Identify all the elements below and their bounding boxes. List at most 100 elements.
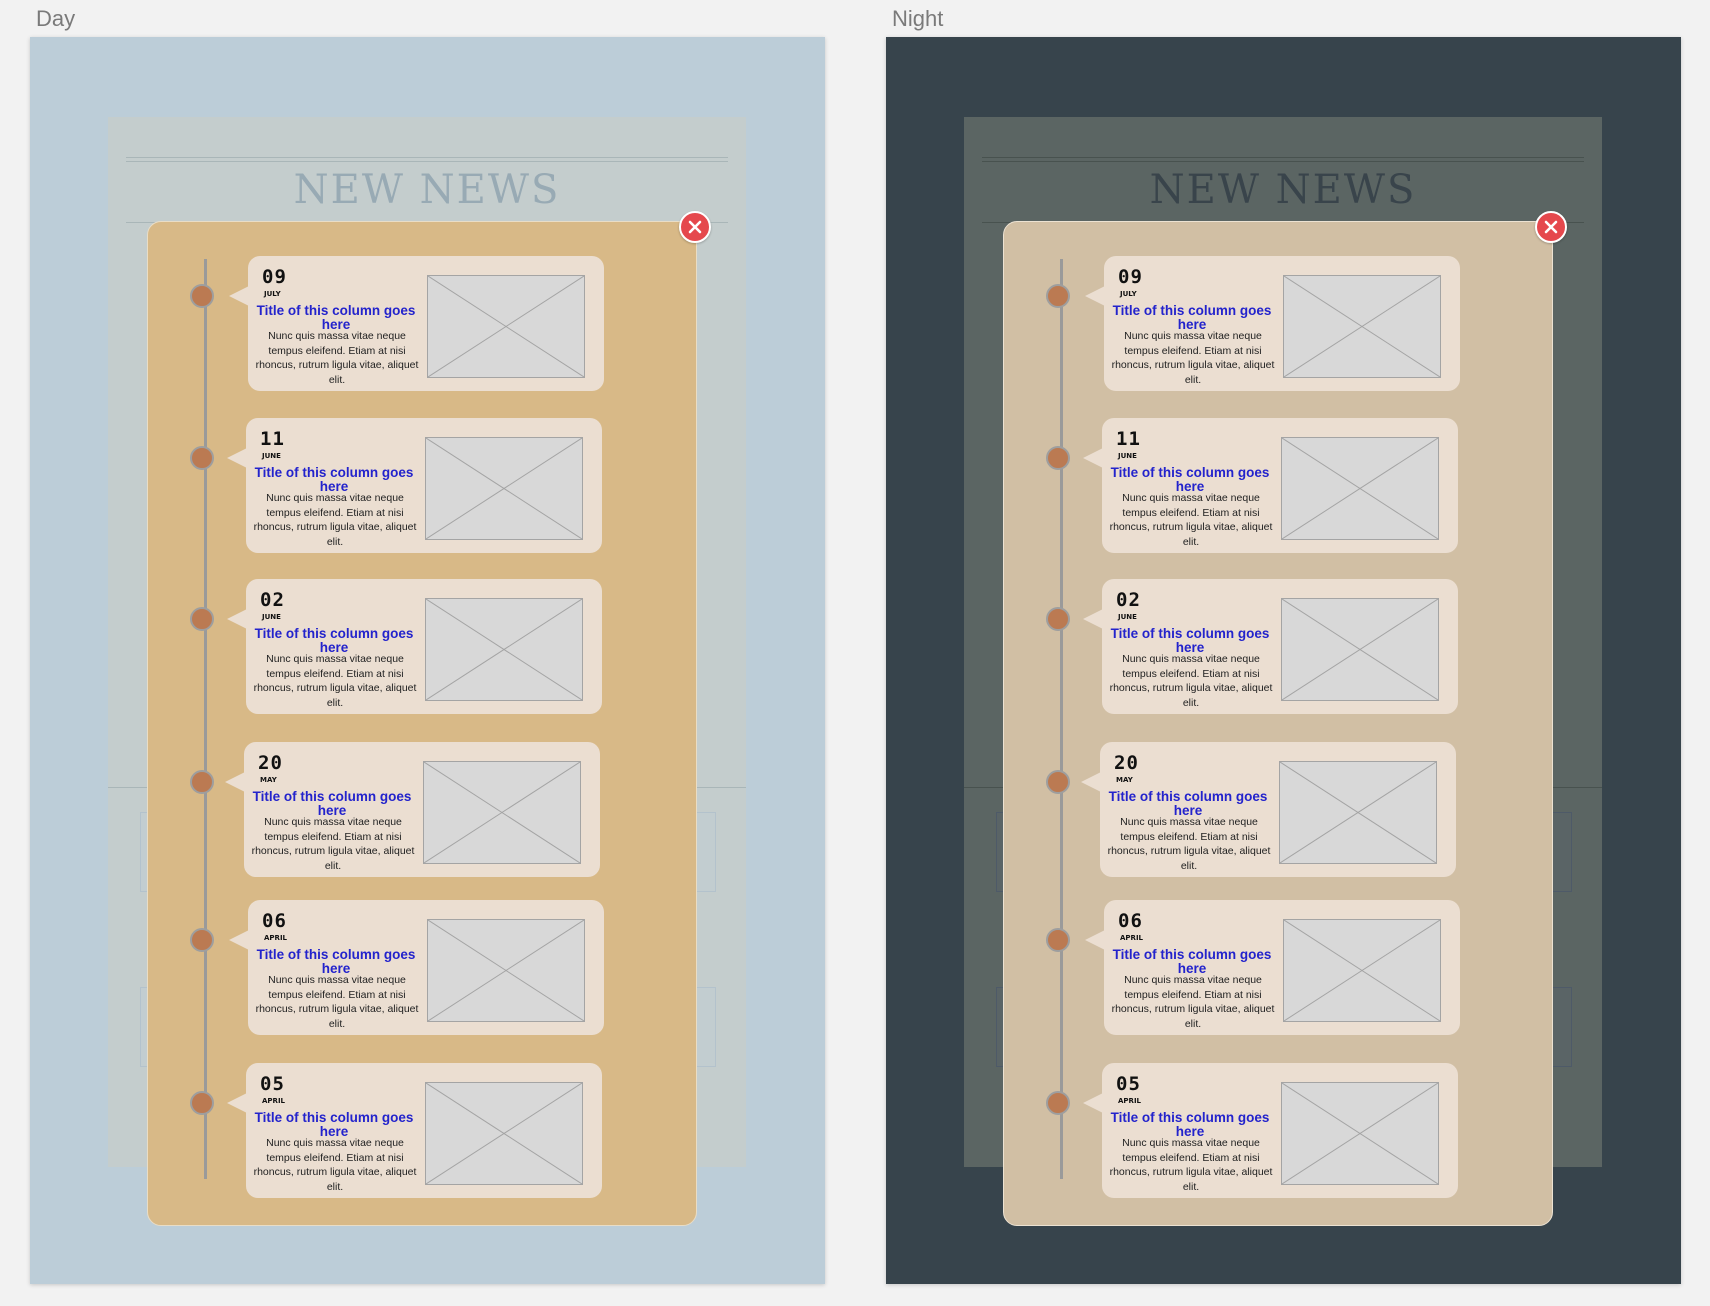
card-day: 11 bbox=[260, 428, 285, 450]
card-day: 20 bbox=[1114, 752, 1139, 774]
card-day: 05 bbox=[260, 1073, 285, 1095]
header-rule bbox=[126, 161, 728, 162]
close-x-icon bbox=[1544, 220, 1558, 234]
timeline-dot bbox=[190, 928, 214, 952]
card-title-link[interactable]: Title of this column goes here bbox=[250, 790, 414, 818]
card-day: 06 bbox=[1118, 910, 1143, 932]
close-x-icon bbox=[688, 220, 702, 234]
header-rule bbox=[126, 157, 728, 158]
card-day: 05 bbox=[1116, 1073, 1141, 1095]
timeline-dot bbox=[1046, 770, 1070, 794]
card-pointer bbox=[227, 1093, 247, 1113]
card-day: 02 bbox=[260, 589, 285, 611]
image-placeholder-icon bbox=[423, 761, 581, 864]
card-month: APRIL bbox=[262, 1097, 286, 1105]
card-month: JUNE bbox=[1118, 452, 1137, 460]
artboard-night: NEW NEWS 09 JULY Title of this column goes… bbox=[886, 37, 1681, 1284]
card-text: Nunc quis massa vitae neque tempus eleif… bbox=[255, 330, 419, 386]
timeline-dot bbox=[1046, 1091, 1070, 1115]
header-rule bbox=[982, 157, 1584, 158]
card-pointer bbox=[1085, 930, 1105, 950]
image-placeholder-icon bbox=[1283, 919, 1441, 1022]
card-text: Nunc quis massa vitae neque tempus eleif… bbox=[253, 492, 417, 548]
timeline-dot bbox=[190, 284, 214, 308]
card-text: Nunc quis massa vitae neque tempus eleif… bbox=[1111, 974, 1275, 1030]
card-month: JULY bbox=[264, 290, 281, 298]
card-text: Nunc quis massa vitae neque tempus eleif… bbox=[253, 1137, 417, 1193]
artboard-day: NEW NEWS 09 JULY Title of this column goes… bbox=[30, 37, 825, 1284]
card-month: APRIL bbox=[1118, 1097, 1142, 1105]
card-day: 06 bbox=[262, 910, 287, 932]
image-placeholder-icon bbox=[1281, 437, 1439, 540]
image-placeholder-icon bbox=[1281, 598, 1439, 701]
timeline-dot bbox=[190, 1091, 214, 1115]
page-title: NEW NEWS bbox=[293, 167, 561, 213]
card-pointer bbox=[225, 772, 245, 792]
card-month: MAY bbox=[1116, 776, 1133, 784]
card-day: 02 bbox=[1116, 589, 1141, 611]
image-placeholder-icon bbox=[1281, 1082, 1439, 1185]
image-placeholder-icon bbox=[425, 1082, 583, 1185]
card-text: Nunc quis massa vitae neque tempus eleif… bbox=[1109, 653, 1273, 709]
card-text: Nunc quis massa vitae neque tempus eleif… bbox=[1109, 492, 1273, 548]
card-month: JULY bbox=[1120, 290, 1137, 298]
image-placeholder-icon bbox=[1279, 761, 1437, 864]
news-card[interactable]: 09 JULY Title of this column goes here Nunc… bbox=[248, 256, 604, 391]
card-title-link[interactable]: Title of this column goes here bbox=[252, 627, 416, 655]
card-title-link[interactable]: Title of this column goes here bbox=[1108, 466, 1272, 494]
card-title-link[interactable]: Title of this column goes here bbox=[254, 304, 418, 332]
news-card[interactable]: 11 JUNE Title of this column goes here Nunc… bbox=[1102, 418, 1458, 553]
timeline-dot bbox=[190, 607, 214, 631]
card-title-link[interactable]: Title of this column goes here bbox=[1110, 304, 1274, 332]
image-placeholder-icon bbox=[427, 275, 585, 378]
card-pointer bbox=[229, 286, 249, 306]
card-pointer bbox=[227, 448, 247, 468]
card-title-link[interactable]: Title of this column goes here bbox=[1108, 627, 1272, 655]
timeline-line bbox=[204, 259, 207, 1179]
news-card[interactable]: 02 JUNE Title of this column goes here Nunc… bbox=[1102, 579, 1458, 714]
card-title-link[interactable]: Title of this column goes here bbox=[252, 1111, 416, 1139]
header-rule bbox=[982, 161, 1584, 162]
card-month: APRIL bbox=[264, 934, 288, 942]
image-placeholder-icon bbox=[427, 919, 585, 1022]
news-card[interactable]: 06 APRIL Title of this column goes here Nun… bbox=[1104, 900, 1460, 1035]
card-pointer bbox=[229, 930, 249, 950]
card-pointer bbox=[1083, 448, 1103, 468]
timeline-dot bbox=[190, 770, 214, 794]
card-text: Nunc quis massa vitae neque tempus eleif… bbox=[1107, 816, 1271, 872]
image-placeholder-icon bbox=[1283, 275, 1441, 378]
card-text: Nunc quis massa vitae neque tempus eleif… bbox=[255, 974, 419, 1030]
card-day: 20 bbox=[258, 752, 283, 774]
card-title-link[interactable]: Title of this column goes here bbox=[1110, 948, 1274, 976]
artboard-label-day: Day bbox=[36, 6, 76, 31]
card-month: APRIL bbox=[1120, 934, 1144, 942]
news-card[interactable]: 02 JUNE Title of this column goes here Nunc… bbox=[246, 579, 602, 714]
image-placeholder-icon bbox=[425, 437, 583, 540]
card-pointer bbox=[1083, 1093, 1103, 1113]
news-card[interactable]: 11 JUNE Title of this column goes here Nunc… bbox=[246, 418, 602, 553]
card-text: Nunc quis massa vitae neque tempus eleif… bbox=[1109, 1137, 1273, 1193]
card-pointer bbox=[1081, 772, 1101, 792]
timeline-dot bbox=[1046, 607, 1070, 631]
news-card[interactable]: 20 MAY Title of this column goes here Nunc … bbox=[1100, 742, 1456, 877]
card-day: 09 bbox=[1118, 266, 1143, 288]
card-text: Nunc quis massa vitae neque tempus eleif… bbox=[253, 653, 417, 709]
close-button[interactable] bbox=[1535, 211, 1567, 243]
timeline-dot bbox=[1046, 446, 1070, 470]
card-title-link[interactable]: Title of this column goes here bbox=[1108, 1111, 1272, 1139]
card-month: JUNE bbox=[262, 452, 281, 460]
page-title: NEW NEWS bbox=[1149, 167, 1417, 213]
card-title-link[interactable]: Title of this column goes here bbox=[252, 466, 416, 494]
news-card[interactable]: 05 APRIL Title of this column goes here Nun… bbox=[1102, 1063, 1458, 1198]
card-text: Nunc quis massa vitae neque tempus eleif… bbox=[251, 816, 415, 872]
card-title-link[interactable]: Title of this column goes here bbox=[1106, 790, 1270, 818]
news-card[interactable]: 09 JULY Title of this column goes here Nunc… bbox=[1104, 256, 1460, 391]
news-card[interactable]: 05 APRIL Title of this column goes here Nun… bbox=[246, 1063, 602, 1198]
news-card[interactable]: 06 APRIL Title of this column goes here Nun… bbox=[248, 900, 604, 1035]
timeline-dot bbox=[1046, 284, 1070, 308]
news-card[interactable]: 20 MAY Title of this column goes here Nunc … bbox=[244, 742, 600, 877]
card-title-link[interactable]: Title of this column goes here bbox=[254, 948, 418, 976]
card-day: 09 bbox=[262, 266, 287, 288]
close-button[interactable] bbox=[679, 211, 711, 243]
card-month: JUNE bbox=[262, 613, 281, 621]
